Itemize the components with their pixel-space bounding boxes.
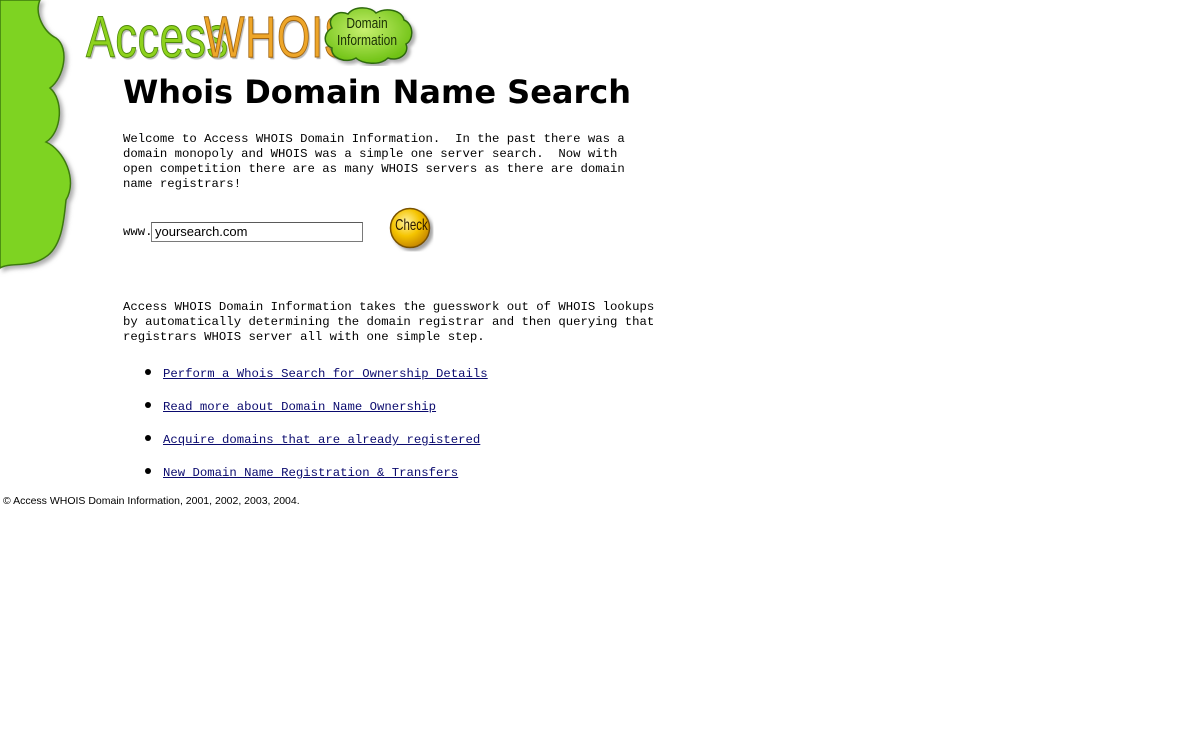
bullet-icon [145,369,151,375]
domain-ownership-link[interactable]: Read more about Domain Name Ownership [163,400,436,414]
intro-paragraph: Welcome to Access WHOIS Domain Informati… [123,132,625,191]
list-item: Read more about Domain Name Ownership [123,397,488,430]
footer-copyright: © Access WHOIS Domain Information, 2001,… [3,495,300,507]
description-paragraph: Access WHOIS Domain Information takes th… [123,300,655,344]
domain-search-input[interactable] [151,222,363,242]
links-list: Perform a Whois Search for Ownership Det… [123,364,488,496]
whois-search-link[interactable]: Perform a Whois Search for Ownership Det… [163,367,488,381]
bullet-icon [145,468,151,474]
list-item: Acquire domains that are already registe… [123,430,488,463]
check-button[interactable]: Check [389,207,437,255]
green-cloud-decoration [0,0,72,269]
list-item: Perform a Whois Search for Ownership Det… [123,364,488,397]
site-logo[interactable]: Access WHOIS Domain Information [86,0,413,72]
badge-line-information: Information [336,32,398,49]
page-title: Whois Domain Name Search [123,73,632,111]
bullet-icon [145,435,151,441]
acquire-domains-link[interactable]: Acquire domains that are already registe… [163,433,480,447]
badge-line-domain: Domain [346,15,388,32]
list-item: New Domain Name Registration & Transfers [123,463,488,496]
bullet-icon [145,402,151,408]
registration-transfers-link[interactable]: New Domain Name Registration & Transfers [163,466,458,480]
www-prefix-label: www. [123,225,153,239]
check-button-icon [389,207,431,249]
domain-information-badge: Domain Information [322,6,420,66]
